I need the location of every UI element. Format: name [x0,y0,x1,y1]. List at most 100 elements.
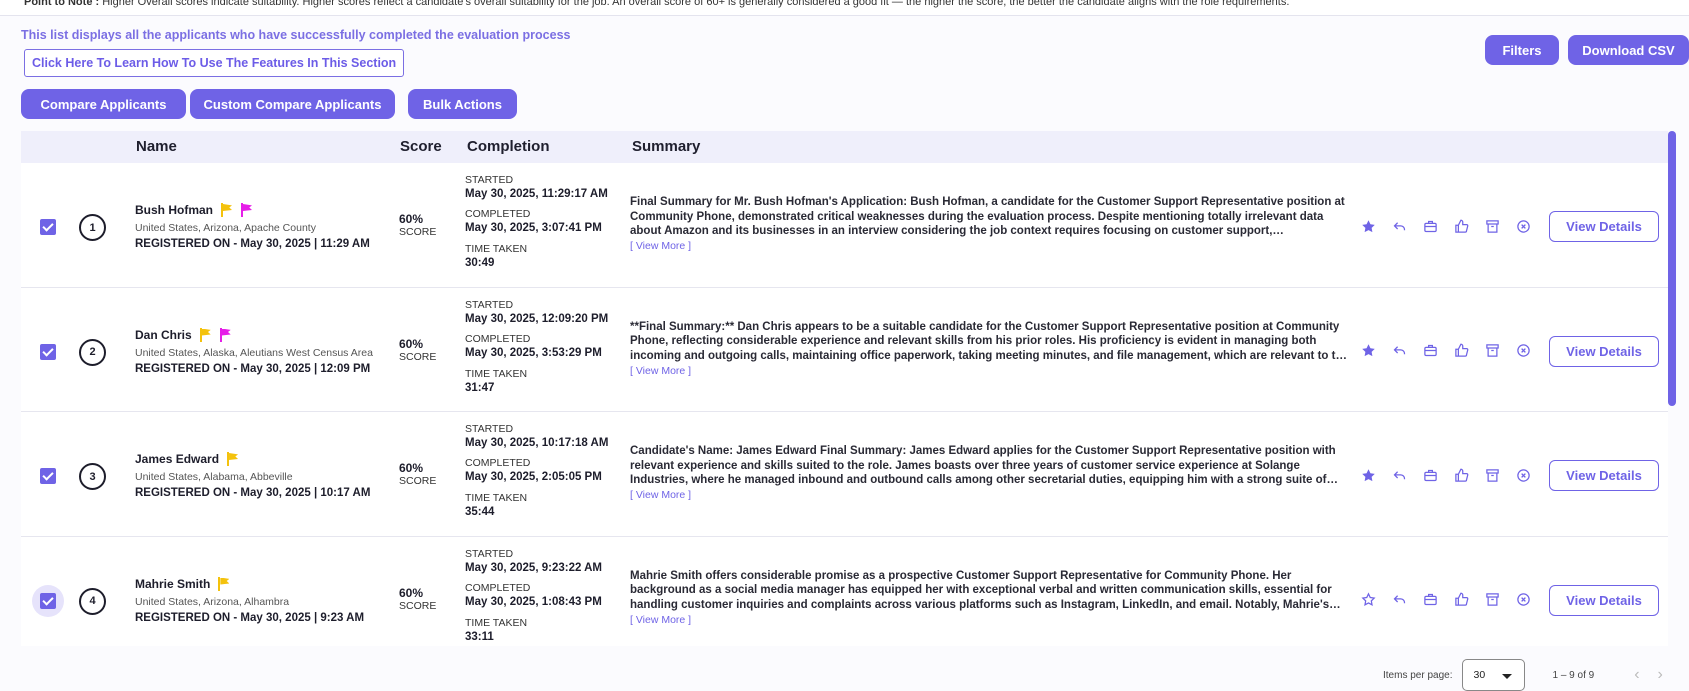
started-label: STARTED [465,174,514,186]
custom-compare-button[interactable]: Custom Compare Applicants [190,89,395,119]
column-name: Name [136,138,177,155]
completed-label: COMPLETED [465,332,531,345]
row-actions [1359,591,1532,609]
star-outline-icon[interactable] [1359,591,1377,609]
thumbs-up-icon[interactable] [1452,342,1470,360]
summary-text: Final Summary for Mr. Bush Hofman's Appl… [630,196,1345,237]
archive-icon[interactable] [1483,591,1501,609]
view-details-button[interactable]: View Details [1549,584,1659,616]
view-more-link[interactable]: [ View More ] [630,489,691,501]
star-filled-icon[interactable] [1359,466,1377,484]
top-note-text: Higher Overall scores indicate suitabili… [99,0,1290,8]
briefcase-icon[interactable] [1421,466,1439,484]
applicant-name[interactable]: Mahrie Smith [135,576,230,591]
bulk-actions-button[interactable]: Bulk Actions [408,89,517,119]
row-number: 4 [79,587,106,615]
row-checkbox[interactable] [40,592,56,609]
score-value: 60% [399,461,424,475]
applicant-name-text[interactable]: James Edward [135,452,219,466]
row-number: 1 [79,214,106,241]
filters-button[interactable]: Filters [1485,35,1559,65]
learn-features-link[interactable]: Click Here To Learn How To Use The Featu… [24,49,405,77]
top-note-prefix: Point to Note : [24,0,100,8]
reply-icon[interactable] [1390,591,1408,609]
registered-on: REGISTERED ON - May 30, 2025 | 12:09 PM [135,362,371,375]
table-row: 1 Bush Hofman United States, Arizona, Ap… [21,163,1668,288]
archive-icon[interactable] [1483,342,1501,360]
star-filled-icon[interactable] [1359,217,1377,235]
reply-icon[interactable] [1390,217,1408,235]
time-taken-value: 30:49 [465,257,495,269]
archive-icon[interactable] [1483,466,1501,484]
applicant-name[interactable]: Bush Hofman [135,203,253,217]
top-note: Point to Note : Higher Overall scores in… [0,0,1689,16]
column-score: Score [400,138,442,155]
flag-icon[interactable] [219,327,232,342]
reject-circle-icon[interactable] [1514,342,1532,360]
archive-icon[interactable] [1483,217,1501,235]
compare-applicants-button[interactable]: Compare Applicants [21,89,186,119]
row-number: 3 [79,463,106,490]
thumbs-up-icon[interactable] [1452,466,1470,484]
row-checkbox[interactable] [40,343,56,360]
table-header: Name Score Completion Summary [21,131,1668,163]
flag-icon[interactable] [226,452,239,466]
completed-label: COMPLETED [465,208,531,220]
view-details-button[interactable]: View Details [1549,460,1659,491]
star-filled-icon[interactable] [1359,342,1377,360]
reject-circle-icon[interactable] [1514,217,1532,235]
reject-circle-icon[interactable] [1514,466,1532,484]
registered-on: REGISTERED ON - May 30, 2025 | 11:29 AM [135,238,370,250]
thumbs-up-icon[interactable] [1452,591,1470,609]
view-more-link[interactable]: [ View More ] [630,240,691,252]
row-checkbox[interactable] [40,468,56,484]
items-per-page-select[interactable]: 30 [1462,659,1526,691]
thumbs-up-icon[interactable] [1452,217,1470,235]
time-taken-value: 33:11 [465,630,494,643]
applicant-name-text[interactable]: Dan Chris [135,328,192,342]
applicant-location: United States, Alabama, Abbeville [135,471,293,483]
view-more-link[interactable]: [ View More ] [630,614,691,626]
time-taken-label: TIME TAKEN [465,243,528,255]
completed-label: COMPLETED [465,457,531,469]
score-value: 60% [399,336,424,351]
download-csv-button[interactable]: Download CSV [1568,35,1689,65]
reply-icon[interactable] [1390,466,1408,484]
briefcase-icon[interactable] [1421,342,1439,360]
flag-icon[interactable] [240,203,253,217]
briefcase-icon[interactable] [1421,591,1439,609]
registered-on: REGISTERED ON - May 30, 2025 | 10:17 AM [135,487,371,499]
time-taken-value: 35:44 [465,506,495,518]
score-value: 60% [399,585,424,600]
view-more-link[interactable]: [ View More ] [630,365,691,377]
table-row: 2 Dan Chris United States, Alaska, Aleut… [21,287,1668,412]
view-details-button[interactable]: View Details [1549,211,1659,242]
items-per-page-value: 30 [1473,669,1486,681]
applicant-location: United States, Arizona, Apache County [135,222,316,234]
flag-icon[interactable] [220,203,233,217]
applicant-location: United States, Arizona, Alhambra [135,595,290,608]
row-actions [1359,466,1532,484]
applicant-name-text[interactable]: Mahrie Smith [135,577,210,591]
applicant-name-text[interactable]: Bush Hofman [135,203,213,217]
flag-icon[interactable] [199,327,212,342]
column-summary: Summary [632,138,701,155]
reject-circle-icon[interactable] [1514,591,1532,609]
completed-value: May 30, 2025, 1:08:43 PM [465,595,602,608]
reply-icon[interactable] [1390,342,1408,360]
summary-text: **Final Summary:** Dan Chris appears to … [630,320,1349,362]
started-label: STARTED [465,547,514,560]
prev-page-icon[interactable]: ‹ [1634,666,1657,683]
flag-icon[interactable] [217,576,230,591]
completed-value: May 30, 2025, 3:07:41 PM [465,222,602,234]
row-checkbox[interactable] [40,219,56,235]
applicant-name[interactable]: Dan Chris [135,327,232,342]
next-page-icon[interactable]: › [1658,666,1681,683]
briefcase-icon[interactable] [1421,217,1439,235]
score-label: SCORE [399,350,437,363]
table-scrollbar[interactable] [1668,131,1676,406]
applicant-name[interactable]: James Edward [135,452,239,466]
time-taken-value: 31:47 [465,381,495,394]
view-details-button[interactable]: View Details [1549,335,1659,367]
started-value: May 30, 2025, 11:29:17 AM [465,188,608,200]
